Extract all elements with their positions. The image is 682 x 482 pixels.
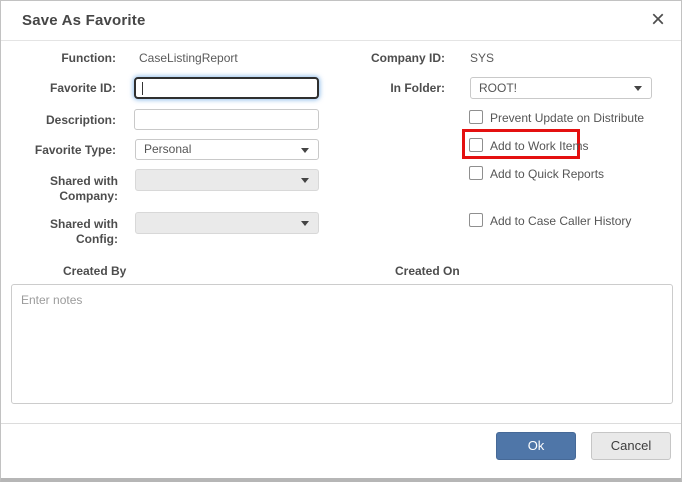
dialog-title: Save As Favorite bbox=[22, 12, 146, 29]
dialog-footer: Ok Cancel bbox=[1, 423, 681, 478]
favorite-id-input[interactable] bbox=[134, 77, 319, 99]
in-folder-select[interactable]: ROOT! bbox=[470, 77, 652, 99]
function-value: CaseListingReport bbox=[139, 51, 238, 65]
function-label: Function: bbox=[16, 51, 116, 66]
checkbox-label: Prevent Update on Distribute bbox=[490, 111, 644, 125]
created-on-label: Created On bbox=[395, 264, 460, 278]
checkbox-add-to-case-caller-history[interactable]: Add to Case Caller History bbox=[469, 213, 644, 229]
checkbox-add-to-work-items[interactable]: Add to Work Items bbox=[469, 138, 589, 154]
checkbox-box[interactable] bbox=[469, 166, 483, 180]
checkbox-label: Add to Quick Reports bbox=[490, 167, 604, 181]
in-folder-value: ROOT! bbox=[479, 81, 517, 95]
shared-with-company-label: Shared with Company: bbox=[18, 174, 118, 204]
save-as-favorite-dialog: Save As Favorite × Function: CaseListing… bbox=[0, 0, 682, 482]
in-folder-label: In Folder: bbox=[345, 81, 445, 96]
created-by-label: Created By bbox=[63, 264, 126, 278]
favorite-type-value: Personal bbox=[144, 142, 191, 156]
checkbox-box[interactable] bbox=[469, 213, 483, 227]
chevron-down-icon bbox=[301, 178, 309, 183]
chevron-down-icon bbox=[634, 86, 642, 91]
checkbox-label: Add to Work Items bbox=[490, 139, 588, 153]
chevron-down-icon bbox=[301, 221, 309, 226]
cancel-button[interactable]: Cancel bbox=[591, 432, 671, 460]
checkbox-box[interactable] bbox=[469, 110, 483, 124]
favorite-type-select[interactable]: Personal bbox=[135, 139, 319, 160]
checkbox-add-to-quick-reports[interactable]: Add to Quick Reports bbox=[469, 166, 619, 182]
text-cursor bbox=[142, 82, 143, 95]
dialog-header: Save As Favorite × bbox=[1, 1, 681, 41]
favorite-type-label: Favorite Type: bbox=[16, 143, 116, 158]
notes-textarea[interactable] bbox=[11, 284, 673, 404]
checkbox-box[interactable] bbox=[469, 138, 483, 152]
shared-with-config-select bbox=[135, 212, 319, 234]
ok-button[interactable]: Ok bbox=[496, 432, 576, 460]
company-id-value: SYS bbox=[470, 51, 494, 65]
close-icon[interactable]: × bbox=[647, 6, 669, 34]
chevron-down-icon bbox=[301, 148, 309, 153]
description-label: Description: bbox=[16, 113, 116, 128]
description-input[interactable] bbox=[134, 109, 319, 130]
shared-with-config-label: Shared with Config: bbox=[18, 217, 118, 247]
checkbox-prevent-update-on-distribute[interactable]: Prevent Update on Distribute bbox=[469, 110, 654, 126]
favorite-id-label: Favorite ID: bbox=[16, 81, 116, 96]
checkbox-label: Add to Case Caller History bbox=[490, 214, 631, 228]
shared-with-company-select bbox=[135, 169, 319, 191]
company-id-label: Company ID: bbox=[345, 51, 445, 66]
